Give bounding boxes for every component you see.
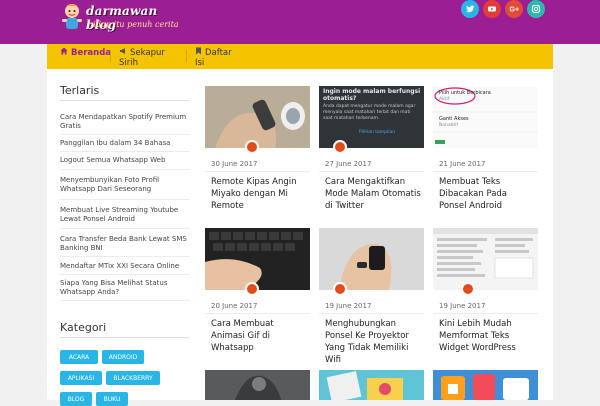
nav-divider bbox=[186, 50, 187, 62]
sidebar-title-underline bbox=[60, 337, 190, 338]
post-date: 19 June 2017 bbox=[325, 302, 372, 310]
sidebar-link-popular[interactable]: Menyembunyikan Foto Profil Whatsapp Dari… bbox=[60, 176, 190, 194]
post-thumbnail[interactable] bbox=[319, 228, 424, 290]
sidebar-divider bbox=[60, 134, 190, 135]
post-title[interactable]: Cara Membuat Animasi Gif di Whatsapp bbox=[211, 318, 307, 354]
header-bar: darmawan blog hidup itu penuh cerita G+ bbox=[0, 0, 600, 44]
post-thumbnail[interactable] bbox=[433, 228, 538, 290]
sidebar-link-popular[interactable]: Mendaftar MTix XXI Secara Online bbox=[60, 262, 190, 271]
sidebar-divider bbox=[60, 228, 190, 229]
category-tag-android[interactable]: ANDROID bbox=[102, 350, 144, 364]
post-thumbnail[interactable] bbox=[205, 370, 310, 400]
twitter-icon bbox=[466, 5, 475, 13]
post-thumbnail[interactable]: Ingin mode malam berfungsi otomatis? And… bbox=[319, 86, 424, 148]
sidebar-divider bbox=[60, 300, 190, 301]
post-format-badge bbox=[245, 140, 259, 154]
sidebar-link-popular[interactable]: Panggilan Ibu dalam 34 Bahasa bbox=[60, 139, 190, 148]
youtube-icon bbox=[488, 6, 496, 12]
post-card[interactable] bbox=[205, 370, 310, 400]
sidebar-divider bbox=[60, 151, 190, 152]
thumb-heading: Pilih untuk Berbicara bbox=[439, 90, 491, 96]
sidebar-title-kategori: Kategori bbox=[60, 321, 107, 334]
post-date: 30 June 2017 bbox=[211, 160, 258, 168]
thumb-heading: Ingin mode malam berfungsi otomatis? bbox=[323, 88, 421, 102]
category-tag-blackberry[interactable]: BLACKBERRY bbox=[106, 371, 160, 385]
post-format-badge bbox=[245, 282, 259, 296]
post-card[interactable]: 30 June 2017 Remote Kipas Angin Miyako d… bbox=[205, 86, 310, 220]
post-title[interactable]: Membuat Teks Dibacakan Pada Ponsel Andro… bbox=[439, 176, 535, 212]
post-title[interactable]: Cara Mengaktifkan Mode Malam Otomatis di… bbox=[325, 176, 421, 212]
category-tag-buku[interactable]: BUKU bbox=[96, 392, 128, 406]
sidebar-link-popular[interactable]: Cara Mendapatkan Spotify Premium Gratis bbox=[60, 113, 190, 131]
post-card[interactable]: Ingin mode malam berfungsi otomatis? And… bbox=[319, 86, 424, 220]
category-tag-aplikasi[interactable]: APLIKASI bbox=[60, 371, 102, 385]
bookmark-icon bbox=[195, 47, 202, 58]
post-title[interactable]: Menghubungkan Ponsel Ke Proyektor Yang T… bbox=[325, 318, 421, 366]
youtube-button[interactable] bbox=[483, 0, 501, 18]
post-card[interactable] bbox=[433, 370, 538, 400]
logo-kid-icon bbox=[62, 4, 82, 29]
post-date: 19 June 2017 bbox=[439, 302, 486, 310]
post-title[interactable]: Remote Kipas Angin Miyako dengan Mi Remo… bbox=[211, 176, 307, 212]
post-thumbnail[interactable] bbox=[433, 370, 538, 400]
sidebar-link-popular[interactable]: Membuat Live Streaming Youtube Lewat Pon… bbox=[60, 206, 190, 224]
twitter-button[interactable] bbox=[461, 0, 479, 18]
sidebar-title-underline bbox=[60, 100, 190, 101]
post-format-badge bbox=[333, 140, 347, 154]
post-divider bbox=[433, 313, 538, 314]
nav-item-beranda[interactable]: Beranda bbox=[60, 44, 111, 69]
nav-label-beranda: Beranda bbox=[71, 48, 112, 58]
category-tag-acara[interactable]: ACARA bbox=[60, 350, 98, 364]
post-divider bbox=[319, 171, 424, 172]
sidebar-title-terlaris: Terlaris bbox=[60, 84, 100, 97]
post-card[interactable] bbox=[319, 370, 424, 400]
post-title[interactable]: Kini Lebih Mudah Memformat Teks Widget W… bbox=[439, 318, 535, 354]
post-thumbnail[interactable] bbox=[319, 370, 424, 400]
thumb-sub: Aktif bbox=[439, 97, 450, 102]
post-divider bbox=[319, 313, 424, 314]
post-thumbnail[interactable] bbox=[205, 228, 310, 290]
post-card[interactable]: 20 June 2017 Cara Membuat Animasi Gif di… bbox=[205, 228, 310, 362]
thumb-link: Pilihan tampilan bbox=[359, 130, 396, 135]
sidebar-divider bbox=[60, 169, 190, 170]
post-date: 27 June 2017 bbox=[325, 160, 372, 168]
post-date: 21 June 2017 bbox=[439, 160, 486, 168]
thumb-body: Anda dapat mengatur mode malam agar meny… bbox=[323, 104, 416, 121]
instagram-icon bbox=[532, 5, 540, 13]
instagram-button[interactable] bbox=[527, 0, 545, 18]
category-tag-blog[interactable]: BLOG bbox=[60, 392, 92, 406]
post-divider bbox=[433, 171, 538, 172]
sidebar-link-popular[interactable]: Logout Semua Whatsapp Web bbox=[60, 156, 190, 165]
post-card[interactable]: 19 June 2017 Kini Lebih Mudah Memformat … bbox=[433, 228, 538, 362]
google-plus-icon: G+ bbox=[510, 7, 520, 14]
post-format-badge bbox=[333, 282, 347, 296]
post-card[interactable]: Pilih untuk Berbicara Aktif Ganti Akses … bbox=[433, 86, 538, 220]
post-divider bbox=[205, 313, 310, 314]
megaphone-icon bbox=[119, 47, 127, 58]
sidebar-divider bbox=[60, 274, 190, 275]
site-logo[interactable]: darmawan blog hidup itu penuh cerita bbox=[60, 2, 190, 38]
sidebar-link-popular[interactable]: Cara Transfer Beda Bank Lewat SMS Bankin… bbox=[60, 235, 190, 253]
google-plus-button[interactable]: G+ bbox=[505, 0, 523, 18]
nav-item-daftar-isi[interactable]: Daftar Isi bbox=[195, 44, 235, 69]
post-date: 20 June 2017 bbox=[211, 302, 258, 310]
thumb-item-sub: Nonaktif bbox=[439, 123, 458, 128]
home-icon bbox=[60, 47, 68, 58]
post-divider bbox=[205, 171, 310, 172]
sidebar-link-popular[interactable]: Siapa Yang Bisa Melihat Status Whatsapp … bbox=[60, 279, 190, 297]
nav-divider bbox=[110, 50, 111, 62]
site-tagline: hidup itu penuh cerita bbox=[88, 20, 179, 29]
thumb-item: Ganti Akses bbox=[439, 116, 469, 122]
sidebar-divider bbox=[60, 199, 190, 200]
post-thumbnail[interactable]: Pilih untuk Berbicara Aktif Ganti Akses … bbox=[433, 86, 538, 148]
nav-item-sekapur-sirih[interactable]: Sekapur Sirih bbox=[119, 44, 177, 69]
post-format-badge bbox=[461, 282, 475, 296]
main-nav: Beranda Sekapur Sirih Daftar Isi bbox=[47, 44, 553, 69]
svg-text:G+: G+ bbox=[510, 7, 520, 14]
sidebar-divider bbox=[60, 256, 190, 257]
post-card[interactable]: 19 June 2017 Menghubungkan Ponsel Ke Pro… bbox=[319, 228, 424, 365]
post-thumbnail[interactable] bbox=[205, 86, 310, 148]
